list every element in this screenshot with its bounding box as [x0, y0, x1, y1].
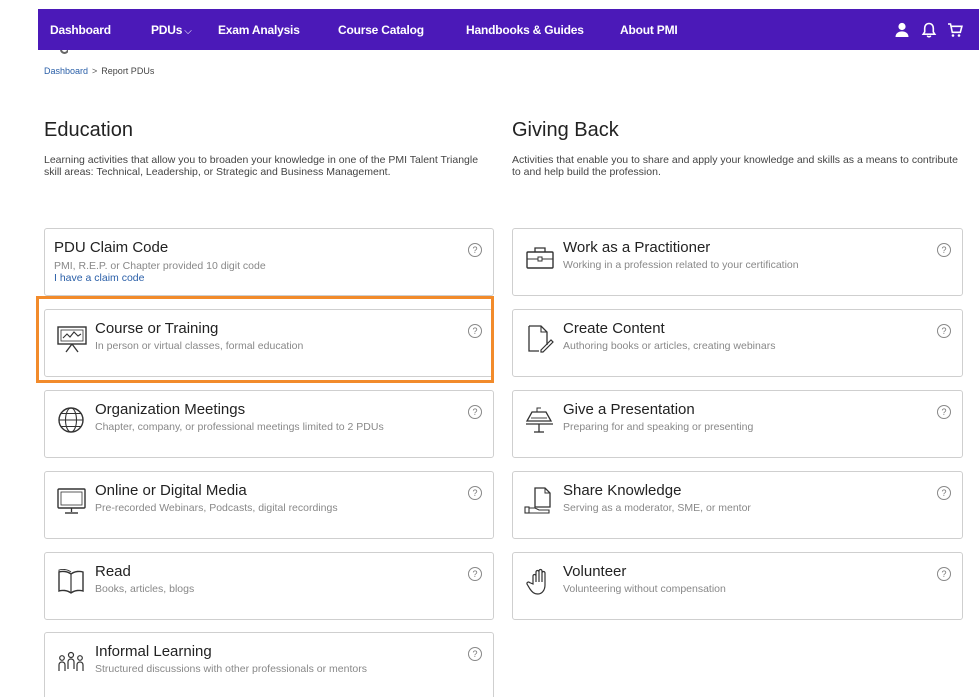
card-create-content[interactable]: Create Content Authoring books or articl…	[512, 309, 963, 377]
help-icon[interactable]: ?	[468, 243, 482, 257]
card-course-or-training[interactable]: Course or Training In person or virtual …	[44, 309, 494, 377]
nav-dashboard[interactable]: Dashboard	[50, 23, 111, 37]
card-subtitle: Pre-recorded Webinars, Podcasts, digital…	[95, 502, 338, 514]
card-subtitle: Structured discussions with other profes…	[95, 663, 367, 675]
card-title: PDU Claim Code	[54, 239, 169, 256]
card-subtitle: Books, articles, blogs	[95, 583, 195, 595]
card-subtitle: Chapter, company, or professional meetin…	[95, 421, 384, 433]
card-share-knowledge[interactable]: Share Knowledge Serving as a moderator, …	[512, 471, 963, 539]
help-icon[interactable]: ?	[468, 567, 482, 581]
card-volunteer[interactable]: Volunteer Volunteering without compensat…	[512, 552, 963, 620]
globe-icon	[55, 405, 89, 435]
card-pdu-claim-code[interactable]: PDU Claim Code PMI, R.E.P. or Chapter pr…	[44, 228, 494, 296]
card-title: Give a Presentation	[563, 401, 695, 418]
help-icon[interactable]: ?	[468, 324, 482, 338]
card-title: Organization Meetings	[95, 401, 246, 418]
people-icon	[55, 647, 89, 677]
help-icon[interactable]: ?	[937, 243, 951, 257]
podium-icon	[523, 405, 557, 435]
user-icon[interactable]	[893, 21, 911, 39]
card-subtitle: Preparing for and speaking or presenting	[563, 421, 754, 433]
giving-back-heading: Giving Back	[512, 119, 619, 141]
card-title: Volunteer	[563, 563, 627, 580]
help-icon[interactable]: ?	[937, 567, 951, 581]
card-subtitle: Working in a profession related to your …	[563, 259, 799, 271]
card-title: Online or Digital Media	[95, 482, 247, 499]
card-subtitle: Volunteering without compensation	[563, 583, 726, 595]
help-icon[interactable]: ?	[468, 486, 482, 500]
card-subtitle: PMI, R.E.P. or Chapter provided 10 digit…	[54, 260, 266, 272]
giving-back-description: Activities that enable you to share and …	[512, 154, 958, 178]
card-subtitle: Serving as a moderator, SME, or mentor	[563, 502, 751, 514]
card-informal-learning[interactable]: Informal Learning Structured discussions…	[44, 632, 494, 697]
card-title: Informal Learning	[95, 643, 212, 660]
top-nav-bar: Dashboard PDUs ⌵ Exam Analysis Course Cat…	[38, 9, 979, 50]
nav-pdus[interactable]: PDUs ⌵	[151, 23, 192, 37]
breadcrumb-dashboard-link[interactable]: Dashboard	[44, 66, 88, 76]
card-title: Course or Training	[95, 320, 219, 337]
card-title: Work as a Practitioner	[563, 239, 711, 256]
card-online-or-digital-media[interactable]: Online or Digital Media Pre-recorded Web…	[44, 471, 494, 539]
book-icon	[55, 567, 89, 597]
card-subtitle: Authoring books or articles, creating we…	[563, 340, 776, 352]
breadcrumb: Dashboard > Report PDUs	[44, 66, 154, 76]
cart-icon[interactable]	[946, 21, 964, 39]
help-icon[interactable]: ?	[937, 405, 951, 419]
breadcrumb-current: Report PDUs	[101, 66, 155, 76]
presentation-board-icon	[55, 324, 89, 354]
hand-document-icon	[523, 486, 557, 516]
chevron-down-icon: ⌵	[184, 26, 192, 37]
card-title: Create Content	[563, 320, 665, 337]
breadcrumb-separator: >	[92, 66, 98, 76]
raised-hand-icon	[523, 567, 557, 597]
help-icon[interactable]: ?	[468, 405, 482, 419]
help-icon[interactable]: ?	[937, 486, 951, 500]
card-read[interactable]: Read Books, articles, blogs ?	[44, 552, 494, 620]
nav-about-pmi[interactable]: About PMI	[620, 23, 678, 37]
document-pen-icon	[523, 324, 557, 354]
help-icon[interactable]: ?	[937, 324, 951, 338]
card-subtitle: In person or virtual classes, formal edu…	[95, 340, 304, 352]
education-description: Learning activities that allow you to br…	[44, 154, 479, 178]
nav-exam-analysis[interactable]: Exam Analysis	[218, 23, 300, 37]
nav-course-catalog[interactable]: Course Catalog	[338, 23, 424, 37]
card-organization-meetings[interactable]: Organization Meetings Chapter, company, …	[44, 390, 494, 458]
nav-pdus-label: PDUs	[151, 23, 183, 37]
partial-heading-fragment	[38, 50, 68, 56]
education-heading: Education	[44, 119, 133, 141]
bell-icon[interactable]	[920, 21, 938, 39]
card-work-as-a-practitioner[interactable]: Work as a Practitioner Working in a prof…	[512, 228, 963, 296]
card-title: Read	[95, 563, 131, 580]
card-give-a-presentation[interactable]: Give a Presentation Preparing for and sp…	[512, 390, 963, 458]
card-title: Share Knowledge	[563, 482, 682, 499]
nav-handbooks-guides[interactable]: Handbooks & Guides	[466, 23, 584, 37]
help-icon[interactable]: ?	[468, 647, 482, 661]
claim-code-link[interactable]: I have a claim code	[54, 272, 144, 284]
briefcase-icon	[523, 243, 557, 273]
monitor-icon	[55, 486, 89, 516]
